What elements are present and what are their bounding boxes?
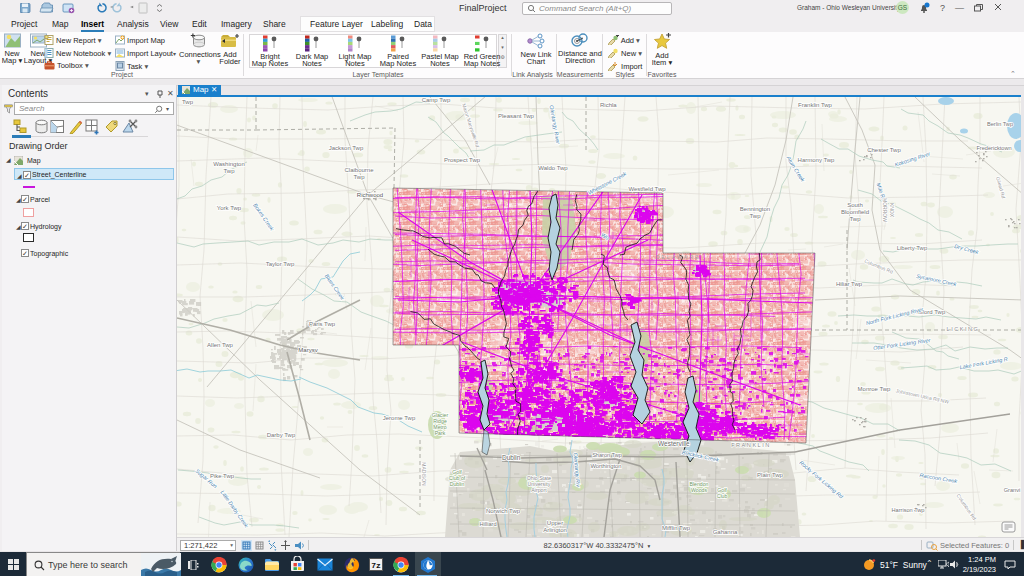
svg-text:Fredericktown: Fredericktown bbox=[976, 145, 1011, 151]
svg-text:Liberty Twp: Liberty Twp bbox=[897, 245, 928, 251]
svg-text:Pleasant Twp: Pleasant Twp bbox=[498, 113, 535, 119]
svg-text:MADISON: MADISON bbox=[421, 462, 427, 486]
svg-text:Chester Twp: Chester Twp bbox=[867, 147, 901, 153]
svg-text:Camp Twp: Camp Twp bbox=[422, 97, 451, 103]
svg-text:Twp: Twp bbox=[749, 213, 761, 219]
svg-text:Twp: Twp bbox=[849, 216, 861, 222]
svg-text:Worthington: Worthington bbox=[590, 463, 621, 469]
svg-text:Dublin: Dublin bbox=[450, 481, 465, 487]
svg-text:Washington: Washington bbox=[213, 161, 244, 167]
svg-text:York Twp: York Twp bbox=[217, 205, 242, 211]
svg-text:South: South bbox=[847, 202, 863, 208]
svg-text:Dublin: Dublin bbox=[502, 454, 521, 461]
svg-text:KNOX: KNOX bbox=[889, 203, 895, 218]
svg-text:Jackson Twp: Jackson Twp bbox=[329, 145, 364, 151]
svg-text:Plain Twp: Plain Twp bbox=[757, 472, 784, 478]
svg-text:Norwich Twp: Norwich Twp bbox=[486, 508, 521, 514]
svg-text:Waldo Twp: Waldo Twp bbox=[538, 165, 568, 171]
svg-text:Granvi: Granvi bbox=[1004, 487, 1020, 493]
svg-text:Bennington: Bennington bbox=[740, 206, 770, 212]
svg-text:Gahanna: Gahanna bbox=[713, 529, 738, 535]
svg-text:Twp: Twp bbox=[182, 99, 194, 105]
svg-text:Berlin Twp: Berlin Twp bbox=[987, 121, 1013, 127]
svg-text:Harrison Twp: Harrison Twp bbox=[892, 507, 925, 513]
svg-text:Hilliard: Hilliard bbox=[479, 521, 496, 527]
svg-text:Twp: Twp bbox=[223, 168, 235, 174]
svg-text:Westerville: Westerville bbox=[658, 440, 690, 447]
svg-text:Marysv: Marysv bbox=[298, 347, 317, 353]
svg-text:Hiliar Twp: Hiliar Twp bbox=[836, 281, 863, 287]
svg-text:LICKING: LICKING bbox=[947, 326, 980, 332]
svg-text:Bloomfield: Bloomfield bbox=[841, 209, 869, 215]
svg-text:Richla: Richla bbox=[600, 102, 617, 108]
svg-text:Woods: Woods bbox=[691, 487, 707, 493]
svg-text:Arlington: Arlington bbox=[543, 527, 567, 533]
svg-text:Monroe Twp: Monroe Twp bbox=[858, 386, 892, 392]
svg-text:Harmony Twp: Harmony Twp bbox=[798, 157, 836, 163]
svg-text:Jerome Twp: Jerome Twp bbox=[383, 415, 416, 421]
svg-text:Darby Twp: Darby Twp bbox=[267, 432, 296, 438]
svg-text:Allen Twp: Allen Twp bbox=[207, 342, 234, 348]
svg-text:DELAWARE: DELAWARE bbox=[656, 254, 701, 260]
svg-text:Twp: Twp bbox=[353, 174, 365, 180]
svg-text:Pike Twp: Pike Twp bbox=[210, 473, 235, 479]
svg-text:Franklin Twp: Franklin Twp bbox=[798, 102, 833, 108]
svg-text:Claibourne: Claibourne bbox=[344, 167, 374, 173]
svg-text:Westfield Twp: Westfield Twp bbox=[628, 186, 666, 192]
svg-text:Prospect Twp: Prospect Twp bbox=[444, 157, 481, 163]
svg-text:Upper: Upper bbox=[547, 520, 563, 526]
svg-text:Airport: Airport bbox=[531, 487, 547, 493]
svg-text:Mifflin Twp: Mifflin Twp bbox=[662, 525, 691, 531]
svg-text:FRANKLIN: FRANKLIN bbox=[731, 442, 771, 448]
svg-text:Club: Club bbox=[717, 493, 728, 499]
svg-text:Paris Twp: Paris Twp bbox=[309, 321, 336, 327]
svg-text:Park: Park bbox=[435, 430, 446, 436]
svg-text:MORROW: MORROW bbox=[882, 198, 888, 222]
svg-text:Sharon Twp: Sharon Twp bbox=[592, 452, 622, 458]
svg-text:Richwood: Richwood bbox=[357, 192, 383, 198]
svg-text:Taylor Twp: Taylor Twp bbox=[266, 261, 295, 267]
